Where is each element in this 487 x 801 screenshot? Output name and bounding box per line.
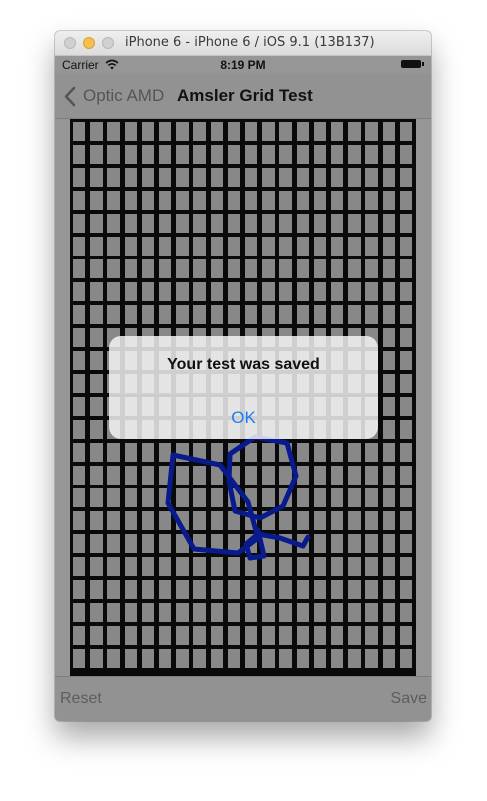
save-button[interactable]: Save — [391, 690, 427, 708]
title-bar: iPhone 6 - iPhone 6 / iOS 9.1 (13B137) — [55, 31, 431, 56]
alert-dialog: Your test was saved OK — [109, 336, 378, 439]
ok-button[interactable]: OK — [109, 396, 378, 439]
alert-title: Your test was saved — [167, 356, 320, 373]
close-window-button[interactable] — [64, 37, 76, 49]
bottom-toolbar: Reset Save — [55, 676, 431, 721]
zoom-window-button[interactable] — [102, 37, 114, 49]
window-title: iPhone 6 - iPhone 6 / iOS 9.1 (13B137) — [125, 35, 375, 50]
minimize-window-button[interactable] — [83, 37, 95, 49]
simulator-window: iPhone 6 - iPhone 6 / iOS 9.1 (13B137) C… — [55, 31, 431, 721]
reset-button[interactable]: Reset — [60, 690, 102, 708]
device-screen: Carrier 8:19 PM Optic AMD Amsler Grid Te… — [55, 56, 431, 721]
